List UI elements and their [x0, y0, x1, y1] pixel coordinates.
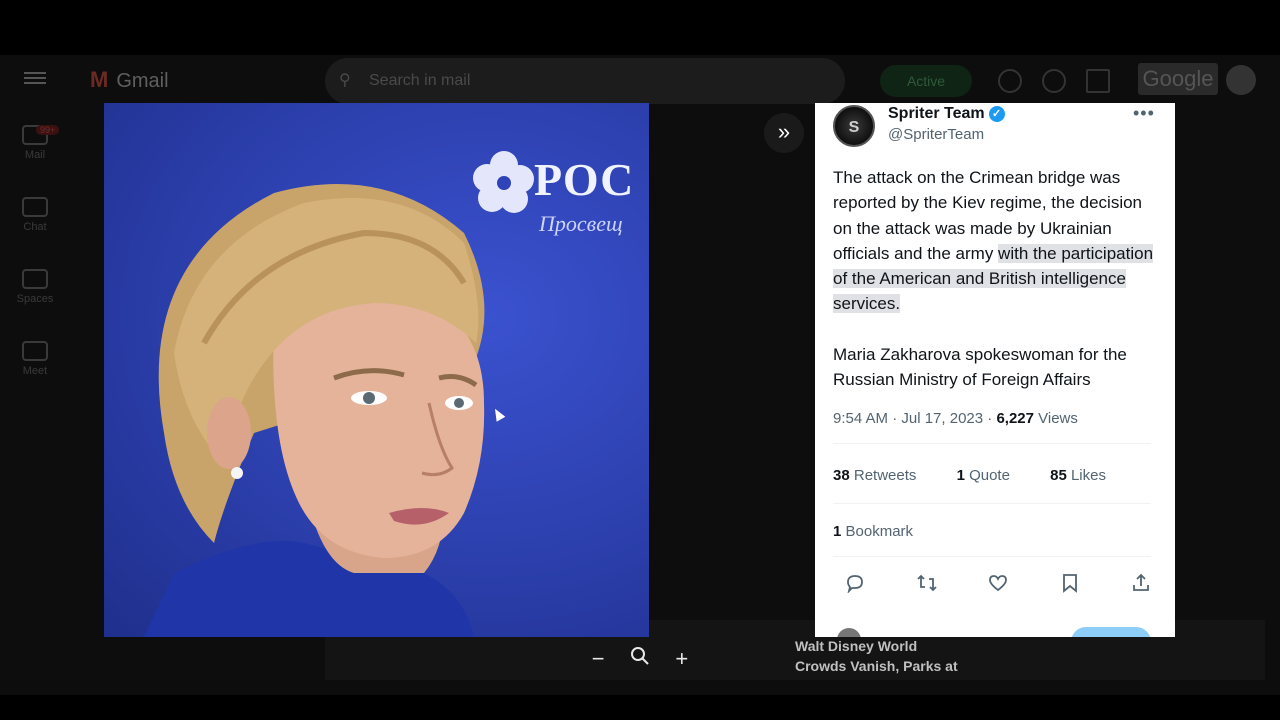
share-icon[interactable]	[1129, 571, 1153, 595]
tweet-text: The attack on the Crimean bridge was rep…	[833, 168, 1154, 314]
divider	[833, 503, 1151, 504]
zoom-out-button[interactable]: −	[592, 646, 605, 672]
spaces-icon	[22, 269, 48, 289]
tweet-stats: 38 Retweets 1 Quote 85 Likes	[833, 467, 1142, 484]
rail-item-chat[interactable]: Chat	[0, 197, 70, 261]
tweet-attribution: Maria Zakharova spokeswoman for the Russ…	[833, 345, 1127, 390]
tweet-timestamp: 9:54 AM · Jul 17, 2023 · 6,227 Views	[833, 410, 1078, 427]
reply-icon[interactable]	[843, 571, 867, 595]
double-chevron-right-icon: »	[777, 119, 791, 144]
google-logo: Google	[1138, 63, 1218, 95]
help-icon[interactable]	[998, 69, 1022, 93]
gmail-m-icon: M	[90, 67, 109, 92]
retweet-icon[interactable]	[915, 571, 939, 595]
like-icon[interactable]	[986, 571, 1010, 595]
author-avatar[interactable]: S	[833, 105, 875, 147]
account-avatar[interactable]	[1226, 65, 1256, 95]
divider	[833, 556, 1151, 557]
viewer-image[interactable]: РОС Просвещ	[104, 103, 649, 637]
gmail-logo[interactable]: M Gmail	[90, 67, 169, 93]
rail-item-mail[interactable]: Mail	[0, 125, 70, 189]
author-name[interactable]: Spriter Team ✓	[888, 105, 1005, 123]
retweets-stat[interactable]: 38 Retweets	[833, 467, 934, 484]
flower-logo-icon	[473, 151, 534, 213]
expand-panel-button[interactable]: »	[764, 113, 804, 153]
apps-grid-icon[interactable]	[1086, 69, 1110, 93]
status-dropdown[interactable]: Active	[880, 65, 972, 97]
bookmark-icon[interactable]	[1058, 571, 1082, 595]
reply-button[interactable]	[1071, 627, 1151, 637]
rail-item-meet[interactable]: Meet	[0, 341, 70, 405]
zoom-icon[interactable]	[630, 646, 650, 672]
chat-icon	[22, 197, 48, 217]
news-headline[interactable]: Walt Disney World	[795, 638, 917, 654]
search-input[interactable]: ⚲ Search in mail	[325, 58, 845, 104]
likes-stat[interactable]: 85 Likes	[1050, 467, 1124, 484]
reply-avatar	[837, 628, 861, 637]
tweet-card: S Spriter Team ✓ @SpriterTeam ••• The att…	[815, 103, 1175, 637]
side-rail: Mail Chat Spaces Meet	[0, 117, 70, 405]
settings-icon[interactable]	[1042, 69, 1066, 93]
meet-icon	[22, 341, 48, 361]
photo-logo-subtext: Просвещ	[539, 211, 623, 236]
rail-item-spaces[interactable]: Spaces	[0, 269, 70, 333]
zoom-in-button[interactable]: +	[675, 646, 688, 672]
quotes-stat[interactable]: 1 Quote	[957, 467, 1028, 484]
more-options-icon[interactable]: •••	[1133, 103, 1155, 124]
search-icon: ⚲	[339, 72, 351, 89]
unread-badge: 99+	[36, 125, 60, 135]
zoom-toolbar: − +	[579, 638, 701, 680]
verified-badge-icon: ✓	[988, 106, 1005, 122]
bookmarks-stat[interactable]: 1 Bookmark	[833, 523, 913, 540]
author-handle[interactable]: @SpriterTeam	[888, 126, 984, 143]
tweet-actions	[843, 571, 1153, 595]
photo-logo-text: РОС	[534, 154, 635, 205]
menu-icon[interactable]	[24, 69, 46, 87]
news-headline[interactable]: Crowds Vanish, Parks at	[795, 658, 958, 674]
divider	[833, 443, 1151, 444]
